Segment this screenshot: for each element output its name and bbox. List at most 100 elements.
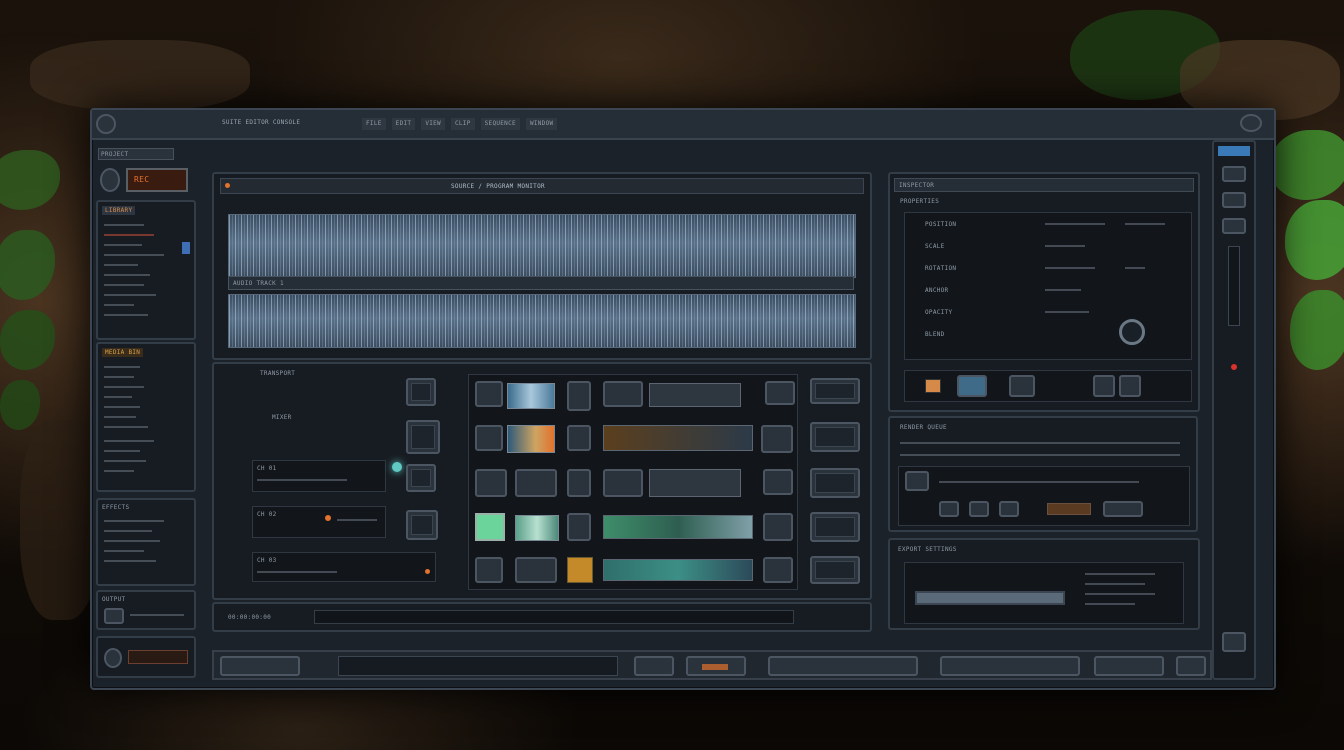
clip-strip[interactable] <box>649 469 741 497</box>
menu-sequence[interactable]: SEQUENCE <box>480 118 520 130</box>
clip-slot[interactable] <box>763 469 793 495</box>
clip-slot[interactable] <box>475 425 503 451</box>
app-menu-icon[interactable] <box>96 114 116 134</box>
clip-slot[interactable] <box>567 469 591 497</box>
blue-toggle-button[interactable] <box>957 375 987 397</box>
record-label: REC <box>134 175 150 184</box>
inspector-button[interactable] <box>1009 375 1035 397</box>
square-button[interactable] <box>406 464 436 492</box>
monitor-panel <box>96 636 196 678</box>
clip-slot[interactable] <box>515 557 557 583</box>
mixer-label: MIXER <box>272 414 292 421</box>
menu-file[interactable]: FILE <box>362 118 386 130</box>
waveform-track-1[interactable] <box>228 214 856 278</box>
menu-clip[interactable]: CLIP <box>450 118 475 130</box>
clip-slot[interactable] <box>567 513 591 541</box>
toolbar-button[interactable] <box>686 656 746 676</box>
queue-button[interactable] <box>1103 501 1143 517</box>
scroll-marker[interactable] <box>182 242 190 254</box>
menu-bar: FILE EDIT VIEW CLIP SEQUENCE WINDOW <box>362 118 632 130</box>
menu-window[interactable]: WINDOW <box>525 118 558 130</box>
render-queue-list <box>898 466 1190 526</box>
channel-strip-1: CH 01 <box>252 460 386 492</box>
channel-3-label: CH 03 <box>257 557 277 564</box>
side-button[interactable] <box>810 422 860 452</box>
dial-knob[interactable] <box>1119 319 1145 345</box>
bottom-toolbar <box>212 650 1212 680</box>
clip-slot[interactable] <box>567 381 591 411</box>
rail-button[interactable] <box>1222 632 1246 652</box>
clip-slot[interactable] <box>763 557 793 583</box>
clip-slot[interactable] <box>475 557 503 583</box>
menu-view[interactable]: VIEW <box>421 118 445 130</box>
rail-button[interactable] <box>1222 218 1246 234</box>
toolbar-button[interactable] <box>940 656 1080 676</box>
toolbar-button[interactable] <box>1176 656 1206 676</box>
side-button[interactable] <box>810 556 860 584</box>
scrub-bar[interactable] <box>314 610 794 624</box>
inspector-button[interactable] <box>1093 375 1115 397</box>
prop-opacity: OPACITY <box>925 309 953 316</box>
orange-chip-icon <box>925 379 941 393</box>
toolbar-slider[interactable] <box>338 656 618 676</box>
orange-clip-marker[interactable] <box>567 557 593 583</box>
toolbar-button[interactable] <box>634 656 674 676</box>
clip-slot[interactable] <box>603 469 643 497</box>
rail-button[interactable] <box>1222 166 1246 182</box>
monitor-knob[interactable] <box>104 648 122 668</box>
side-button[interactable] <box>810 512 860 542</box>
timeline-title: SOURCE / PROGRAM MONITOR <box>451 183 545 190</box>
export-progress-bar <box>915 591 1065 605</box>
square-button[interactable] <box>406 420 440 454</box>
output-toggle[interactable] <box>104 608 124 624</box>
queue-button[interactable] <box>969 501 989 517</box>
inspector-button[interactable] <box>1119 375 1141 397</box>
square-button[interactable] <box>406 378 436 406</box>
rail-fader[interactable] <box>1228 246 1240 326</box>
green-pad-button[interactable] <box>475 513 505 541</box>
timecode-bar: 00:00:00:00 <box>212 602 930 632</box>
clip-thumbnail[interactable] <box>507 425 555 453</box>
teal-led-icon <box>392 462 402 472</box>
queue-button[interactable] <box>905 471 929 491</box>
transport-label: TRANSPORT <box>260 370 296 377</box>
rail-button[interactable] <box>1222 192 1246 208</box>
clip-slot[interactable] <box>475 381 503 407</box>
clip-strip[interactable] <box>603 515 753 539</box>
clip-strip[interactable] <box>603 425 753 451</box>
timeline-status-dot <box>225 183 230 188</box>
side-button[interactable] <box>810 378 860 404</box>
toolbar-button[interactable] <box>768 656 918 676</box>
orange-led-small-icon <box>425 569 430 574</box>
export-panel: EXPORT SETTINGS <box>888 538 1200 630</box>
foliage <box>0 150 60 210</box>
power-icon[interactable] <box>100 168 120 192</box>
clip-thumbnail[interactable] <box>515 515 559 541</box>
queue-button[interactable] <box>999 501 1019 517</box>
side-button[interactable] <box>810 468 860 498</box>
control-area: TRANSPORT MIXER CH 01 CH 02 CH 03 <box>212 362 872 600</box>
clip-slot[interactable] <box>475 469 507 497</box>
clip-strip[interactable] <box>603 559 753 581</box>
clip-thumbnail[interactable] <box>507 383 555 409</box>
clip-slot[interactable] <box>765 381 795 405</box>
waveform-track-2[interactable] <box>228 294 856 348</box>
clip-slot[interactable] <box>761 425 793 453</box>
clip-slot[interactable] <box>603 381 643 407</box>
record-button[interactable]: REC <box>126 168 188 192</box>
toolbar-button[interactable] <box>1094 656 1164 676</box>
queue-button[interactable] <box>939 501 959 517</box>
toolbar-indicator <box>702 664 728 670</box>
prop-scale: SCALE <box>925 243 945 250</box>
clip-slot[interactable] <box>763 513 793 541</box>
square-button[interactable] <box>406 510 438 540</box>
track-label-bar: AUDIO TRACK 1 <box>228 276 854 290</box>
clip-slot[interactable] <box>567 425 591 451</box>
menu-edit[interactable]: EDIT <box>391 118 416 130</box>
clip-slot[interactable] <box>515 469 557 497</box>
toolbar-button[interactable] <box>220 656 300 676</box>
inspector-header: INSPECTOR <box>894 178 1194 192</box>
clip-strip[interactable] <box>649 383 741 407</box>
close-icon[interactable] <box>1240 114 1262 132</box>
timeline-header: SOURCE / PROGRAM MONITOR <box>220 178 864 194</box>
